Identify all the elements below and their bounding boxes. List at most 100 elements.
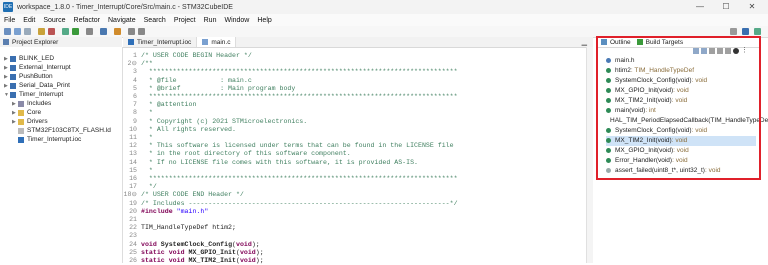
- tree-item-label: Includes: [27, 100, 52, 107]
- tree-item-external-interrupt[interactable]: ▶ External_Interrupt: [4, 64, 71, 72]
- code-editor[interactable]: 1/* USER CODE BEGIN Header */2⊖/** 3 ****…: [123, 47, 593, 265]
- tree-item-label: Serial_Data_Print: [19, 82, 70, 89]
- code-token: ****************************************…: [141, 175, 458, 182]
- tab-main-c[interactable]: main.c: [197, 37, 237, 47]
- tree-item-label: STM32F103C8TX_FLASH.ld: [27, 127, 111, 134]
- new-icon[interactable]: [4, 28, 11, 35]
- c-file-icon: [202, 39, 209, 45]
- code-token: ****************************************…: [141, 93, 458, 100]
- menu-search[interactable]: Search: [140, 17, 170, 24]
- tree-item-blink-led[interactable]: ▶ BLINK_LED: [4, 55, 54, 63]
- clean-icon[interactable]: [48, 28, 55, 35]
- project-explorer-panel: ▶ BLINK_LED ▶ External_Interrupt ▶ PushB…: [0, 47, 123, 263]
- back-icon[interactable]: [128, 28, 135, 35]
- folder-icon: [18, 119, 24, 125]
- tree-item-drivers[interactable]: ▶ Drivers: [12, 118, 48, 126]
- code-token: /* Includes ----------------------------…: [141, 199, 458, 207]
- project-icon: [10, 65, 16, 71]
- search-icon[interactable]: [100, 28, 107, 35]
- run-icon[interactable]: [72, 28, 79, 35]
- project-icon: [10, 92, 16, 98]
- code-line[interactable]: 16 *************************************…: [123, 174, 458, 183]
- menu-source[interactable]: Source: [39, 17, 69, 24]
- tree-item-label: BLINK_LED: [19, 55, 55, 62]
- project-icon: [10, 74, 16, 80]
- code-token: #include: [141, 207, 177, 215]
- code-token: * @brief : Main program body: [141, 84, 296, 92]
- save-icon[interactable]: [14, 28, 21, 35]
- folder-icon: [18, 110, 24, 116]
- tree-item-label: External_Interrupt: [19, 64, 71, 71]
- code-token: );: [251, 240, 260, 248]
- quick-access-search-icon[interactable]: [730, 28, 737, 35]
- tree-item-serial-data-print[interactable]: ▶ Serial_Data_Print: [4, 82, 70, 90]
- tree-item-label: Core: [27, 109, 42, 116]
- code-token: /* USER CODE END Header */: [141, 191, 244, 199]
- menu-bar: File Edit Source Refactor Navigate Searc…: [0, 14, 768, 26]
- tree-item-label: Timer_Interrupt: [19, 91, 64, 98]
- code-line[interactable]: 14 * If no LICENSE file comes with this …: [123, 158, 418, 167]
- code-token: void: [239, 248, 256, 256]
- project-icon: [10, 83, 16, 89]
- menu-window[interactable]: Window: [220, 17, 253, 24]
- forward-icon[interactable]: [138, 28, 145, 35]
- tab-timer-interrupt-ioc[interactable]: Timer_Interrupt.ioc: [123, 37, 198, 47]
- perspective-cdt-icon[interactable]: [742, 28, 749, 35]
- save-all-icon[interactable]: [24, 28, 31, 35]
- tree-item-pushbutton[interactable]: ▶ PushButton: [4, 73, 53, 81]
- editor-scrollbar[interactable]: [586, 47, 593, 263]
- menu-navigate[interactable]: Navigate: [104, 17, 140, 24]
- minimize-view-icon[interactable]: ▁: [582, 38, 587, 46]
- tree-item-core[interactable]: ▶ Core: [12, 109, 41, 117]
- tree-item-timer-interrupt[interactable]: ▼ Timer_Interrupt: [4, 91, 63, 99]
- code-token: * @attention: [141, 101, 197, 109]
- stm32cubeide-logo-icon: IDE: [3, 2, 13, 12]
- menu-run[interactable]: Run: [200, 17, 221, 24]
- minimize-button[interactable]: —: [690, 1, 710, 13]
- code-token: MX_GPIO_Init: [188, 248, 236, 256]
- menu-project[interactable]: Project: [170, 17, 200, 24]
- menu-refactor[interactable]: Refactor: [70, 17, 104, 24]
- menu-edit[interactable]: Edit: [19, 17, 39, 24]
- code-token: void: [141, 240, 161, 248]
- perspective-debug-icon[interactable]: [754, 28, 761, 35]
- close-button[interactable]: ✕: [742, 1, 762, 13]
- title-bar: IDE workspace_1.8.0 - Timer_Interrupt/Co…: [0, 0, 768, 14]
- menu-help[interactable]: Help: [253, 17, 275, 24]
- code-token: TIM_HandleTypeDef htim2;: [141, 224, 236, 232]
- code-token: * All rights reserved.: [141, 125, 236, 133]
- tree-item-includes[interactable]: ▶ Includes: [12, 100, 51, 108]
- code-token: * @file : main.c: [141, 76, 252, 84]
- code-token: static void: [141, 248, 189, 256]
- build-icon[interactable]: [38, 28, 45, 35]
- project-icon: [10, 56, 16, 62]
- code-token: /**: [141, 60, 153, 68]
- window-title: workspace_1.8.0 - Timer_Interrupt/Core/S…: [17, 3, 233, 11]
- task-icon[interactable]: [114, 28, 121, 35]
- highlight-annotation-box: [596, 36, 761, 180]
- code-token: SystemClock_Config: [160, 240, 233, 248]
- project-explorer-title[interactable]: Project Explorer: [12, 39, 58, 46]
- code-token: /* USER CODE BEGIN Header */: [141, 52, 252, 59]
- tree-item-ioc-file[interactable]: Timer_Interrupt.ioc: [18, 136, 81, 144]
- debug-icon[interactable]: [62, 28, 69, 35]
- tree-item-label: PushButton: [19, 73, 53, 80]
- code-token: ****************************************…: [141, 68, 458, 76]
- external-tools-icon[interactable]: [86, 28, 93, 35]
- line-number: 26: [129, 257, 137, 264]
- code-token: void: [236, 240, 252, 248]
- code-token: *: [141, 134, 153, 141]
- code-token: * This software is licensed under terms …: [141, 142, 454, 150]
- code-token: );: [255, 248, 264, 256]
- code-token: *: [141, 166, 153, 174]
- code-token: "main.h": [176, 207, 209, 215]
- tree-item-linker-script[interactable]: STM32F103C8TX_FLASH.ld: [18, 127, 111, 135]
- code-line[interactable]: 26 static void MX_TIM2_Init(void);: [123, 256, 264, 265]
- maximize-button[interactable]: ☐: [716, 1, 736, 13]
- ioc-file-icon: [18, 137, 24, 143]
- tab-label: Timer_Interrupt.ioc: [137, 38, 192, 46]
- menu-file[interactable]: File: [0, 17, 19, 24]
- code-token: * If no LICENSE file comes with this sof…: [141, 158, 418, 166]
- file-icon: [18, 128, 24, 134]
- project-explorer-icon: [3, 39, 9, 45]
